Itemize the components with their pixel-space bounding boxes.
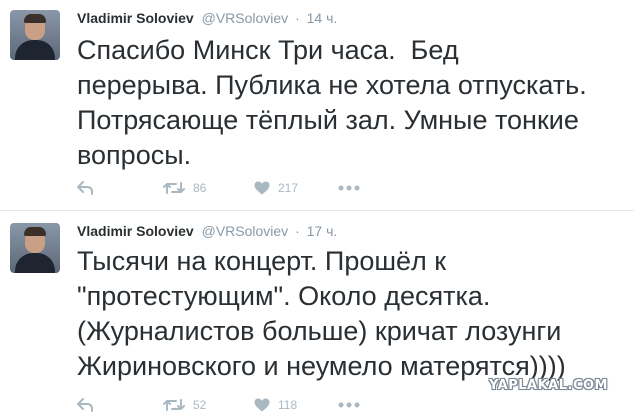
watermark: YAPLAKAL.COM bbox=[489, 378, 608, 393]
avatar[interactable] bbox=[10, 10, 60, 60]
separator-dot: · bbox=[295, 223, 300, 239]
heart-icon bbox=[254, 181, 270, 195]
more-dots-icon bbox=[338, 402, 360, 408]
retweet-button[interactable]: 86 bbox=[163, 178, 206, 198]
more-button[interactable] bbox=[338, 178, 360, 198]
like-button[interactable]: 217 bbox=[254, 178, 298, 198]
tweet-timestamp[interactable]: 17 ч. bbox=[307, 223, 338, 239]
like-count: 217 bbox=[278, 181, 299, 195]
tweet-header: Vladimir Soloviev @VRSoloviev · 17 ч. bbox=[77, 222, 337, 240]
avatar[interactable] bbox=[10, 223, 60, 273]
author-handle[interactable]: @VRSoloviev bbox=[202, 10, 289, 26]
tweet-text: Спасибо Минск Три часа. Бед перерыва. Пу… bbox=[77, 35, 587, 170]
like-count: 118 bbox=[278, 398, 298, 412]
tweet-actions: 86 217 bbox=[77, 178, 477, 198]
tweet-header: Vladimir Soloviev @VRSoloviev · 14 ч. bbox=[77, 9, 337, 27]
reply-button[interactable] bbox=[77, 395, 93, 415]
retweet-count: 52 bbox=[193, 398, 207, 412]
more-dots-icon bbox=[338, 185, 360, 191]
like-button[interactable]: 118 bbox=[254, 395, 297, 415]
heart-icon bbox=[254, 398, 270, 412]
tweet: Vladimir Soloviev @VRSoloviev · 14 ч. Сп… bbox=[0, 0, 634, 210]
author-name[interactable]: Vladimir Soloviev bbox=[77, 10, 194, 26]
reply-button[interactable] bbox=[77, 178, 93, 198]
tweet-text: Тысячи на концерт. Прошёл к "протестующи… bbox=[77, 246, 566, 381]
retweet-icon bbox=[163, 399, 185, 411]
retweet-button[interactable]: 52 bbox=[163, 395, 206, 415]
reply-arrow-icon bbox=[77, 398, 93, 412]
reply-arrow-icon bbox=[77, 181, 93, 195]
author-name[interactable]: Vladimir Soloviev bbox=[77, 223, 194, 239]
tweet-actions: 52 118 bbox=[77, 395, 477, 415]
tweet-timestamp[interactable]: 14 ч. bbox=[307, 10, 338, 26]
retweet-icon bbox=[163, 182, 185, 194]
separator-dot: · bbox=[295, 10, 300, 26]
more-button[interactable] bbox=[338, 395, 360, 415]
author-handle[interactable]: @VRSoloviev bbox=[202, 223, 289, 239]
retweet-count: 86 bbox=[193, 181, 207, 195]
